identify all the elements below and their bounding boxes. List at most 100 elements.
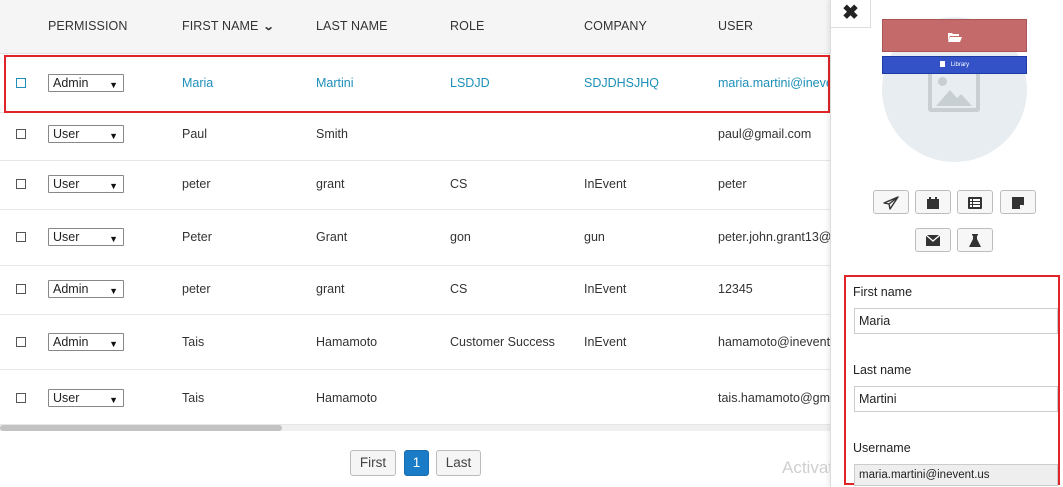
permission-value: Admin [53, 282, 89, 296]
cell-first-name: Paul [182, 127, 208, 141]
cell-company: gun [584, 230, 605, 244]
cell-user: peter.john.grant13@gmail.com [718, 230, 832, 244]
cell-first-name: peter [182, 177, 211, 191]
first-name-label: First name [853, 285, 913, 299]
table-row[interactable]: User ▼ Tais Hamamoto tais.hamamoto@gmail.com [0, 370, 832, 425]
row-checkbox[interactable] [16, 179, 26, 189]
cell-role: CS [450, 282, 468, 296]
permission-select[interactable]: User ▼ [48, 228, 124, 246]
permission-value: User [53, 127, 80, 141]
cell-role: Customer Success [450, 335, 555, 349]
last-name-label: Last name [853, 363, 912, 377]
dropdown-arrow-icon: ▼ [109, 80, 118, 90]
photo-library-button[interactable]: Library [882, 56, 1027, 74]
permission-select[interactable]: Admin ▼ [48, 280, 124, 298]
list-icon [968, 194, 982, 209]
dropdown-arrow-icon: ▼ [109, 395, 118, 405]
row-checkbox[interactable] [16, 129, 26, 139]
cell-user: 12345 [718, 282, 753, 296]
cell-first-name: Peter [182, 230, 212, 244]
table-header: PERMISSION FIRST NAME ⌄ LAST NAME ROLE CO… [0, 0, 832, 54]
cell-company[interactable]: SDJDHSJHQ [584, 76, 659, 90]
header-company[interactable]: COMPANY [584, 19, 647, 33]
flask-icon [969, 232, 981, 247]
cell-role: CS [450, 177, 468, 191]
table-row[interactable]: Admin ▼ Maria Martini LSDJD SDJDHSJHQ maria.ma… [0, 55, 832, 113]
row-checkbox[interactable] [16, 284, 26, 294]
dropdown-arrow-icon: ▼ [109, 234, 118, 244]
cell-company: InEvent [584, 177, 627, 191]
user-detail-panel: ✖ Library First name Maria Last name Mar… [830, 0, 1063, 487]
library-icon [939, 61, 945, 68]
cell-last-name: grant [316, 177, 345, 191]
cell-user: hamamoto@inevent.us [718, 335, 832, 349]
list-button[interactable] [957, 190, 993, 214]
header-first-name[interactable]: FIRST NAME ⌄ [182, 19, 275, 33]
table-row[interactable]: User ▼ Paul Smith paul@gmail.com [0, 113, 832, 161]
table-row[interactable]: Admin ▼ Tais Hamamoto Customer Success InEven… [0, 315, 832, 370]
cell-first-name: Tais [182, 391, 205, 405]
library-label: Library [950, 62, 970, 68]
cell-company: InEvent [584, 335, 627, 349]
note-button[interactable] [1000, 190, 1036, 214]
cell-last-name: grant [316, 282, 345, 296]
cell-company: InEvent [584, 282, 627, 296]
row-checkbox[interactable] [16, 393, 26, 403]
permission-select[interactable]: User ▼ [48, 389, 124, 407]
header-first-name-label: FIRST NAME [182, 19, 259, 33]
dropdown-arrow-icon: ▼ [109, 131, 118, 141]
cell-role[interactable]: LSDJD [450, 76, 490, 90]
last-name-field[interactable]: Martini [854, 386, 1058, 412]
email-button[interactable] [915, 228, 951, 252]
permission-value: User [53, 177, 80, 191]
upload-photo-button[interactable] [882, 19, 1027, 52]
envelope-icon [925, 232, 941, 247]
image-placeholder-icon [928, 68, 980, 112]
folder-open-icon [947, 28, 963, 43]
cell-role: gon [450, 230, 471, 244]
first-name-field[interactable]: Maria [854, 308, 1058, 334]
calendar-icon [926, 194, 940, 209]
header-role[interactable]: ROLE [450, 19, 484, 33]
test-button[interactable] [957, 228, 993, 252]
permission-value: Admin [53, 335, 89, 349]
user-info-form: First name Maria Last name Martini Usern… [844, 275, 1060, 486]
permission-select[interactable]: Admin ▼ [48, 333, 124, 351]
row-checkbox[interactable] [16, 78, 26, 88]
send-button[interactable] [873, 190, 909, 214]
users-table: PERMISSION FIRST NAME ⌄ LAST NAME ROLE CO… [0, 0, 832, 487]
dropdown-arrow-icon: ▼ [109, 339, 118, 349]
dropdown-arrow-icon: ▼ [109, 286, 118, 296]
row-checkbox[interactable] [16, 232, 26, 242]
permission-select[interactable]: Admin ▼ [48, 74, 124, 92]
horizontal-scrollbar-thumb[interactable] [0, 425, 282, 431]
page-1-button[interactable]: 1 [404, 450, 429, 476]
permission-select[interactable]: User ▼ [48, 175, 124, 193]
cell-user: paul@gmail.com [718, 127, 812, 141]
permission-value: User [53, 230, 80, 244]
cell-first-name[interactable]: Maria [182, 76, 213, 90]
table-row[interactable]: User ▼ Peter Grant gon gun peter.john.grant13@… [0, 210, 832, 266]
close-panel-button[interactable]: ✖ [831, 0, 871, 28]
sticky-note-icon [1012, 194, 1024, 209]
cell-last-name[interactable]: Martini [316, 76, 354, 90]
table-row[interactable]: Admin ▼ peter grant CS InEvent 12345 [0, 266, 832, 315]
dropdown-arrow-icon: ▼ [109, 181, 118, 191]
table-row[interactable]: User ▼ peter grant CS InEvent peter [0, 161, 832, 210]
chevron-down-icon[interactable]: ⌄ [263, 20, 275, 33]
cell-last-name: Hamamoto [316, 335, 378, 349]
row-checkbox[interactable] [16, 337, 26, 347]
username-label: Username [853, 441, 911, 455]
username-field: maria.martini@inevent.us [854, 464, 1058, 486]
last-page-button[interactable]: Last [436, 450, 481, 476]
header-user[interactable]: USER [718, 19, 753, 33]
cell-first-name: peter [182, 282, 211, 296]
cell-user: tais.hamamoto@gmail.com [718, 391, 832, 405]
header-permission[interactable]: PERMISSION [48, 19, 128, 33]
header-last-name[interactable]: LAST NAME [316, 19, 388, 33]
permission-value: User [53, 391, 80, 405]
calendar-button[interactable] [915, 190, 951, 214]
first-page-button[interactable]: First [350, 450, 396, 476]
permission-select[interactable]: User ▼ [48, 125, 124, 143]
cell-user[interactable]: maria.martini@inevent.us [718, 76, 832, 90]
